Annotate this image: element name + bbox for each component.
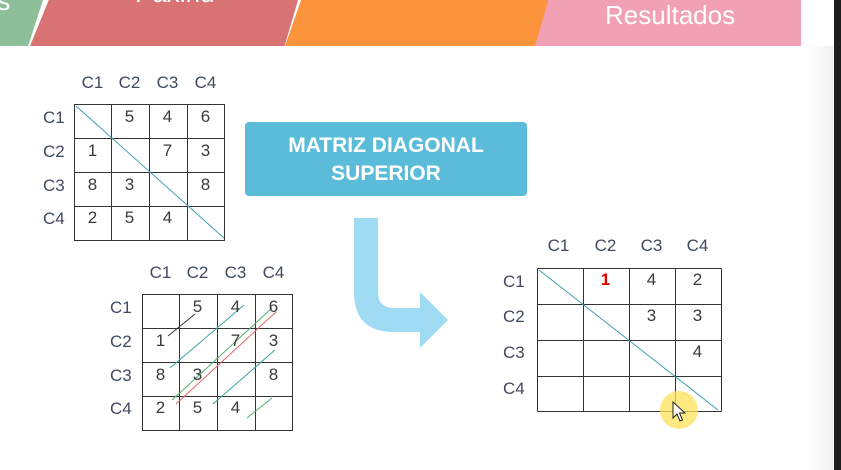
matrix-result-cell-highlight: 1 (600, 270, 611, 289)
matrix-result-cell: 2 (692, 270, 703, 289)
matrix-result: C1 C2 C3 C4 C1 C2 C3 C4 1 4 2 3 3 4 (0, 0, 841, 470)
mouse-pointer-icon (672, 401, 687, 422)
matrix-result-cell: 4 (646, 270, 657, 289)
matrix-result-cell: 4 (692, 342, 703, 361)
matrix-result-cell: 3 (646, 306, 657, 325)
matrix-result-cell: 3 (692, 306, 703, 325)
matrix-result-grid (537, 268, 722, 412)
